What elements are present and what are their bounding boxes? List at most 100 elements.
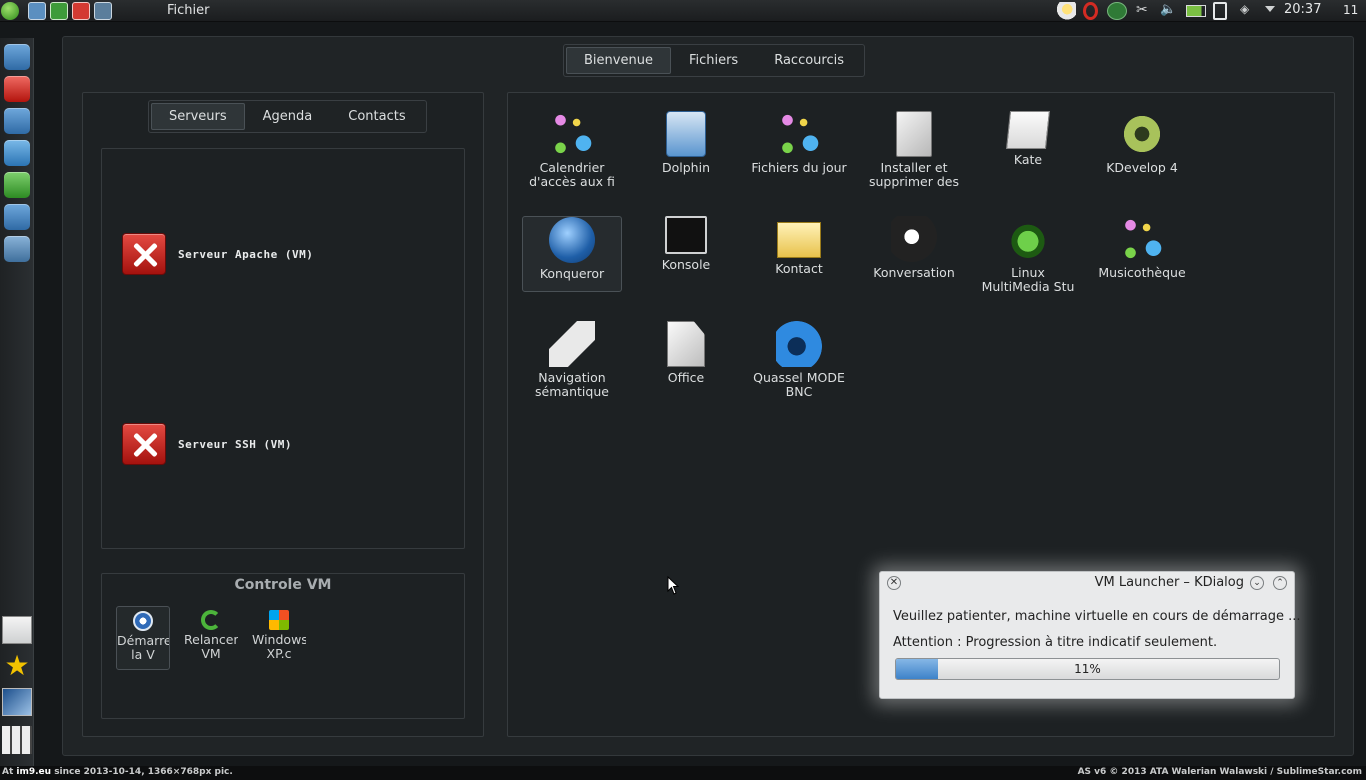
battery-icon[interactable] bbox=[1186, 5, 1206, 17]
terminal-icon bbox=[665, 216, 707, 254]
progress-bar: 11% bbox=[895, 658, 1280, 680]
app-dolphin[interactable]: Dolphin bbox=[636, 111, 736, 187]
network-icon[interactable]: ◈ bbox=[1240, 2, 1254, 20]
app-kontact[interactable]: Kontact bbox=[749, 216, 849, 292]
semantic-node-icon bbox=[549, 111, 595, 157]
server-ssh-row[interactable]: Serveur SSH (VM) bbox=[122, 423, 292, 465]
opera-icon[interactable] bbox=[1083, 2, 1098, 20]
package-installer-icon bbox=[896, 111, 932, 157]
opera-browser-icon[interactable] bbox=[4, 76, 30, 102]
dialog-minimize-button[interactable]: ⌄ bbox=[1250, 576, 1264, 590]
left-dock: ★ bbox=[0, 38, 34, 766]
tab-contacts[interactable]: Contacts bbox=[330, 103, 423, 130]
app-label: Installer et supprimer des bbox=[868, 161, 960, 189]
error-x-icon bbox=[122, 423, 166, 465]
tab-agenda[interactable]: Agenda bbox=[245, 103, 331, 130]
tab-fichiers[interactable]: Fichiers bbox=[671, 47, 756, 74]
clipboard-icon[interactable] bbox=[1213, 2, 1227, 20]
main-tabbar: Bienvenue Fichiers Raccourcis bbox=[563, 44, 865, 77]
status-dot-icon[interactable] bbox=[1107, 2, 1127, 20]
start-vm-label: Démarrer la V bbox=[117, 633, 169, 662]
app-label: Navigation sémantique bbox=[535, 371, 609, 399]
scissors-icon[interactable]: ✂ bbox=[1136, 2, 1152, 20]
semantic-node-icon bbox=[776, 111, 822, 157]
app-office[interactable]: Office bbox=[636, 321, 736, 397]
app-linux-multimedia-stu[interactable]: Linux MultiMedia Stu bbox=[978, 216, 1078, 294]
app-label: Calendrier d'accès aux fi bbox=[529, 161, 615, 189]
clock[interactable]: 20:37 bbox=[1284, 2, 1321, 17]
bottom-left-site[interactable]: im9.eu bbox=[16, 767, 51, 777]
semantic-node-icon bbox=[1119, 216, 1165, 262]
tab-serveurs[interactable]: Serveurs bbox=[151, 103, 245, 130]
kdialog-window: ✕ VM Launcher – KDialog ⌄ ⌃ Veuillez pat… bbox=[879, 571, 1301, 699]
window-switch-icon[interactable] bbox=[4, 204, 30, 230]
bottom-left-text: At im9.eu since 2013-10-14, 1366×768px p… bbox=[2, 767, 233, 777]
top-panel: Fichier ✂ 🔈 ◈ 20:37 11 bbox=[0, 0, 1366, 22]
power-icon[interactable] bbox=[72, 2, 90, 20]
app-label: Musicothèque bbox=[1098, 266, 1186, 280]
app-label: Linux MultiMedia Stu bbox=[981, 266, 1075, 294]
left-column: Serveurs Agenda Contacts Serveur Apache … bbox=[82, 92, 484, 737]
app-label: Kate bbox=[1013, 153, 1043, 167]
clipboard-stack-icon[interactable] bbox=[2, 616, 32, 644]
gear-kdevelop-icon bbox=[1119, 111, 1165, 157]
bottom-left-rest: since 2013-10-14, 1366×768px pic. bbox=[54, 767, 233, 777]
kde-launcher-icon[interactable] bbox=[1, 2, 19, 20]
weather-icon[interactable] bbox=[1054, 2, 1076, 20]
app-navigation-s-mantique[interactable]: Navigation sémantique bbox=[522, 321, 622, 399]
tab-raccourcis[interactable]: Raccourcis bbox=[756, 47, 862, 74]
app-kdevelop-4[interactable]: KDevelop 4 bbox=[1092, 111, 1192, 187]
lock-icon[interactable] bbox=[94, 2, 112, 20]
desktop-preview-icon[interactable] bbox=[2, 688, 32, 716]
star-favorite-icon[interactable]: ★ bbox=[2, 652, 32, 680]
app-label: Kontact bbox=[775, 262, 823, 276]
app-calendrier-d-acc-s-aux-fi[interactable]: Calendrier d'accès aux fi bbox=[522, 111, 622, 189]
dialog-message: Veuillez patienter, machine virtuelle en… bbox=[893, 609, 1301, 624]
left-tabbar: Serveurs Agenda Contacts bbox=[148, 100, 427, 133]
app-label: Konqueror bbox=[539, 267, 605, 281]
date-day[interactable]: 11 bbox=[1343, 3, 1358, 17]
bottom-right-text: AS v6 © 2013 ATA Walerian Walawski / Sub… bbox=[1077, 767, 1362, 777]
app-label: Quassel MODE BNC bbox=[753, 371, 845, 399]
chat-megaphone-icon bbox=[891, 216, 937, 262]
restart-vm-label: Relancer VM bbox=[184, 632, 238, 661]
app-musicoth-que[interactable]: Musicothèque bbox=[1092, 216, 1192, 292]
restart-vm-button[interactable]: Relancer VM bbox=[184, 606, 238, 670]
text-document-icon[interactable] bbox=[4, 44, 30, 70]
file-menu[interactable]: Fichier bbox=[167, 3, 210, 18]
app-konqueror[interactable]: Konqueror bbox=[522, 216, 622, 292]
switch-user-icon[interactable] bbox=[50, 2, 68, 20]
file-cabinet-icon bbox=[666, 111, 706, 157]
windows-xp-label: Windows XP.c bbox=[252, 632, 306, 661]
reload-icon bbox=[201, 610, 221, 630]
pager-icon[interactable] bbox=[2, 726, 32, 754]
tray-expand-icon[interactable] bbox=[1265, 6, 1275, 12]
app-fichiers-du-jour[interactable]: Fichiers du jour bbox=[749, 111, 849, 187]
home-icon[interactable] bbox=[28, 2, 46, 20]
tab-bienvenue[interactable]: Bienvenue bbox=[566, 47, 671, 74]
screen-share-icon[interactable] bbox=[4, 108, 30, 134]
app-installer-et-supprimer-des[interactable]: Installer et supprimer des bbox=[864, 111, 964, 189]
tag-icon bbox=[549, 321, 595, 367]
windows-xp-button[interactable]: Windows XP.c bbox=[252, 606, 306, 670]
app-label: Office bbox=[667, 371, 705, 385]
dialog-title: VM Launcher – KDialog bbox=[1094, 575, 1244, 590]
servers-panel: Serveur Apache (VM) Serveur SSH (VM) bbox=[101, 148, 465, 549]
server-apache-row[interactable]: Serveur Apache (VM) bbox=[122, 233, 313, 275]
app-konversation[interactable]: Konversation bbox=[864, 216, 964, 292]
dialog-maximize-button[interactable]: ⌃ bbox=[1273, 576, 1287, 590]
app-konsole[interactable]: Konsole bbox=[636, 216, 736, 292]
play-icon bbox=[133, 611, 153, 631]
app-label: Dolphin bbox=[662, 161, 710, 175]
chat-bubble-icon[interactable] bbox=[4, 140, 30, 166]
start-vm-button[interactable]: Démarrer la V bbox=[116, 606, 170, 670]
app-quassel-mode-bnc[interactable]: Quassel MODE BNC bbox=[749, 321, 849, 399]
settings-gear-icon[interactable] bbox=[4, 236, 30, 262]
mouse-cursor-icon bbox=[667, 576, 679, 595]
app-label: KDevelop 4 bbox=[1106, 161, 1178, 175]
refresh-icon[interactable] bbox=[4, 172, 30, 198]
text-editor-icon bbox=[1006, 111, 1050, 149]
app-kate[interactable]: Kate bbox=[978, 111, 1078, 187]
volume-icon[interactable]: 🔈 bbox=[1160, 2, 1178, 20]
windows-icon bbox=[269, 610, 289, 630]
